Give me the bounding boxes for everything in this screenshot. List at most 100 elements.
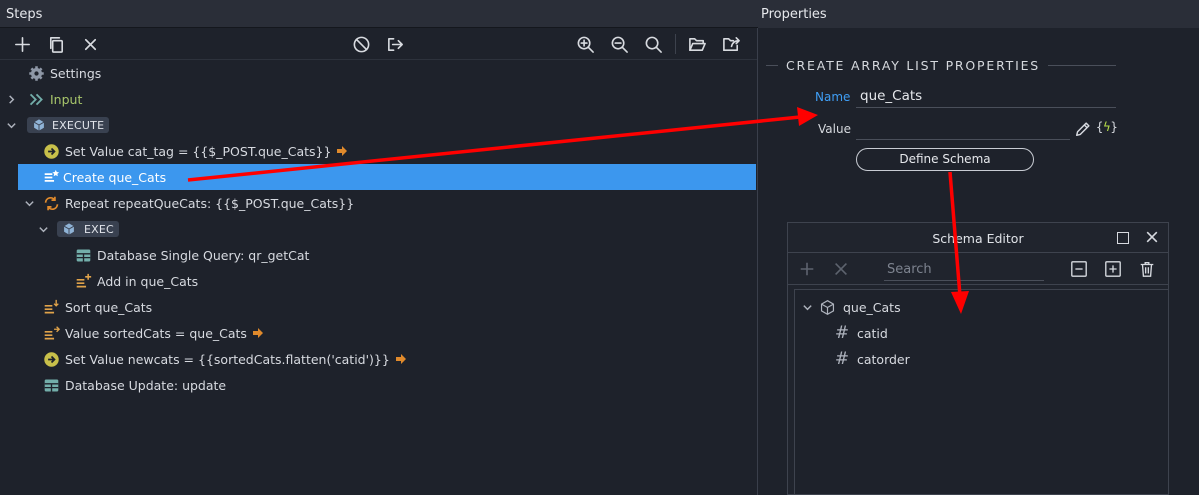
tree-item-repeat[interactable]: Repeat repeatQueCats: {{$_POST.que_Cats}… bbox=[21, 190, 741, 216]
schema-field-catid[interactable]: # catid bbox=[833, 320, 888, 346]
schema-editor-title: Schema Editor bbox=[932, 231, 1024, 246]
schema-search-input[interactable] bbox=[884, 259, 1044, 281]
schema-node-root[interactable]: que_Cats bbox=[799, 294, 901, 320]
database-table-icon bbox=[41, 376, 61, 394]
delete-step-button[interactable] bbox=[77, 32, 103, 56]
section-header: CREATE ARRAY LIST PROPERTIES bbox=[766, 58, 1116, 73]
add-array-item-icon bbox=[73, 272, 93, 290]
number-type-icon: # bbox=[834, 349, 850, 369]
maximize-icon[interactable] bbox=[1117, 232, 1129, 244]
add-step-button[interactable] bbox=[9, 32, 35, 56]
brace-close: } bbox=[1110, 120, 1118, 134]
tree-item-label: Value sortedCats = que_Cats bbox=[65, 325, 247, 341]
sort-array-icon bbox=[41, 298, 61, 316]
copy-step-button[interactable] bbox=[43, 32, 69, 56]
export-icon bbox=[387, 37, 403, 51]
tree-item-sort-que-cats[interactable]: Sort que_Cats bbox=[41, 294, 741, 320]
tree-item-input[interactable]: Input bbox=[3, 86, 743, 112]
dynamic-data-button[interactable]: {ϟ} bbox=[1096, 120, 1118, 134]
number-type-icon: # bbox=[834, 323, 850, 343]
search-button[interactable] bbox=[640, 32, 666, 56]
save-as-button[interactable] bbox=[718, 32, 744, 56]
zoom-in-button[interactable] bbox=[572, 32, 598, 56]
toolbar-divider bbox=[675, 34, 676, 54]
schema-field-label: catid bbox=[857, 325, 888, 341]
tree-item-set-value-cat-tag[interactable]: Set Value cat_tag = {{$_POST.que_Cats}} bbox=[41, 138, 741, 164]
folder-open-icon bbox=[688, 37, 706, 51]
double-chevron-icon bbox=[26, 90, 46, 108]
tree-item-execute[interactable]: EXECUTE bbox=[3, 112, 743, 138]
chevron-down-icon[interactable] bbox=[799, 302, 815, 313]
tree-item-label: Repeat repeatQueCats: {{$_POST.que_Cats}… bbox=[65, 195, 355, 211]
open-button[interactable] bbox=[684, 32, 710, 56]
output-arrow-icon bbox=[336, 145, 348, 157]
exec-tag: EXEC bbox=[57, 221, 119, 237]
tree-item-label: Set Value newcats = {{sortedCats.flatten… bbox=[65, 351, 390, 367]
schema-field-catorder[interactable]: # catorder bbox=[833, 346, 910, 372]
folder-export-icon bbox=[722, 36, 740, 51]
steps-toolbar bbox=[0, 28, 757, 60]
tree-item-add-in-que-cats[interactable]: Add in que_Cats bbox=[73, 268, 733, 294]
schema-tree: que_Cats # catid # catorder bbox=[794, 289, 1169, 495]
tree-item-db-update[interactable]: Database Update: update bbox=[41, 372, 741, 398]
copy-icon bbox=[49, 36, 63, 53]
tree-item-exec[interactable]: EXEC bbox=[35, 216, 735, 242]
tree-item-create-que-cats[interactable]: Create que_Cats bbox=[18, 164, 756, 190]
tree-item-label: Input bbox=[50, 91, 83, 107]
set-value-icon bbox=[41, 350, 61, 368]
define-schema-button[interactable]: Define Schema bbox=[856, 148, 1034, 171]
output-arrow-icon bbox=[252, 327, 264, 339]
value-input[interactable] bbox=[856, 116, 1070, 140]
tree-item-set-value-newcats[interactable]: Set Value newcats = {{sortedCats.flatten… bbox=[41, 346, 741, 372]
cube-icon bbox=[820, 299, 835, 315]
tree-item-label: Settings bbox=[50, 65, 102, 81]
name-input[interactable] bbox=[856, 84, 1116, 108]
tree-item-label: Database Single Query: qr_getCat bbox=[97, 247, 310, 263]
close-icon[interactable] bbox=[1144, 229, 1160, 245]
gear-icon bbox=[26, 64, 46, 82]
plus-icon[interactable] bbox=[798, 260, 816, 278]
divider bbox=[1048, 65, 1116, 66]
steps-panel: Settings Input EXECUTE Set Value cat_tag… bbox=[0, 28, 758, 495]
chevron-down-icon[interactable] bbox=[3, 120, 19, 131]
tree-item-label: Set Value cat_tag = {{$_POST.que_Cats}} bbox=[65, 143, 332, 159]
chevron-down-icon[interactable] bbox=[21, 198, 37, 209]
tree-item-label: Sort que_Cats bbox=[65, 299, 153, 315]
steps-panel-title: Steps bbox=[0, 0, 758, 28]
schema-node-label: que_Cats bbox=[843, 299, 901, 315]
name-label: Name bbox=[815, 90, 851, 104]
collapse-all-icon[interactable] bbox=[1070, 260, 1088, 278]
output-step-button[interactable] bbox=[382, 32, 408, 56]
tree-item-value-sorted-cats[interactable]: Value sortedCats = que_Cats bbox=[41, 320, 741, 346]
tree-item-label: Create que_Cats bbox=[63, 169, 167, 185]
pencil-icon[interactable] bbox=[1074, 120, 1092, 138]
tree-item-db-single-query[interactable]: Database Single Query: qr_getCat bbox=[73, 242, 733, 268]
section-title: CREATE ARRAY LIST PROPERTIES bbox=[786, 58, 1041, 73]
repeat-icon bbox=[41, 194, 61, 212]
disable-step-button[interactable] bbox=[348, 32, 374, 56]
schema-toolbar bbox=[788, 253, 1168, 285]
tree-item-label: EXECUTE bbox=[52, 118, 105, 132]
tree-item-label: Database Update: update bbox=[65, 377, 227, 393]
search-icon bbox=[645, 36, 662, 53]
chevron-down-icon[interactable] bbox=[35, 224, 51, 235]
ban-icon bbox=[353, 36, 369, 52]
array-value-icon bbox=[41, 324, 61, 342]
close-icon[interactable] bbox=[832, 260, 850, 278]
close-icon bbox=[84, 38, 96, 50]
database-table-icon bbox=[73, 246, 93, 264]
chevron-right-icon[interactable] bbox=[3, 94, 19, 105]
trash-icon[interactable] bbox=[1138, 260, 1156, 278]
zoom-out-button[interactable] bbox=[606, 32, 632, 56]
zoom-out-icon bbox=[611, 36, 628, 53]
properties-panel-title: Properties bbox=[758, 0, 1199, 28]
value-label: Value bbox=[818, 122, 851, 136]
output-arrow-icon bbox=[395, 353, 407, 365]
schema-field-label: catorder bbox=[857, 351, 910, 367]
execute-tag: EXECUTE bbox=[27, 117, 110, 133]
set-value-icon bbox=[41, 142, 61, 160]
tree-item-settings[interactable]: Settings bbox=[10, 60, 750, 86]
plus-icon bbox=[14, 36, 30, 52]
expand-all-icon[interactable] bbox=[1104, 260, 1122, 278]
tree-item-label: Add in que_Cats bbox=[97, 273, 199, 289]
